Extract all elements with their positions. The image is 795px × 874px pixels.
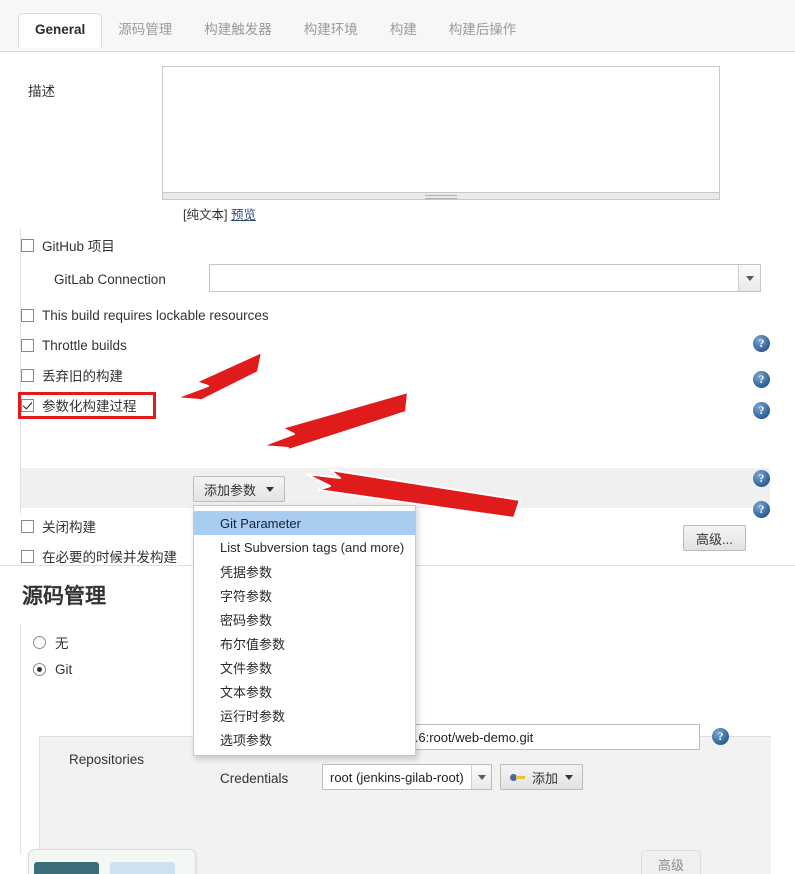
credentials-add-button[interactable]: 添加 bbox=[500, 764, 584, 790]
plain-text-label: [纯文本] bbox=[183, 208, 228, 222]
advanced-button-scm[interactable]: 高级 bbox=[641, 850, 701, 874]
scm-section-title: 源码管理 bbox=[22, 585, 106, 608]
checkbox-discard-old-builds[interactable] bbox=[21, 368, 34, 382]
menu-item-text-parameter[interactable]: 文本参数 bbox=[194, 679, 415, 703]
checkbox-concurrent-builds[interactable] bbox=[21, 549, 34, 563]
help-icon-disable-build[interactable]: ? bbox=[753, 470, 770, 487]
tab-build-environment[interactable]: 构建环境 bbox=[288, 14, 374, 47]
help-icon-parameterized-build[interactable]: ? bbox=[753, 402, 770, 419]
description-format-links: [纯文本] 预览 bbox=[183, 204, 256, 223]
gitlab-connection-label: GitLab Connection bbox=[54, 272, 166, 287]
credentials-label: Credentials bbox=[220, 771, 289, 786]
checkbox-row-lockable-resources[interactable]: This build requires lockable resources bbox=[21, 304, 269, 326]
help-icon-concurrent-builds[interactable]: ? bbox=[753, 501, 770, 518]
checkbox-row-disable-build[interactable]: 关闭构建 bbox=[21, 515, 96, 537]
add-parameter-label: 添加参数 bbox=[204, 482, 257, 498]
jenkins-job-configure-page: General 源码管理 构建触发器 构建环境 构建 构建后操作 描述 [纯文本… bbox=[0, 0, 795, 874]
radio-label-none: 无 bbox=[55, 636, 69, 651]
radio-row-git[interactable]: Git bbox=[33, 662, 72, 677]
caret-down-icon bbox=[565, 774, 574, 780]
checkbox-label-throttle-builds: Throttle builds bbox=[42, 337, 127, 353]
checkbox-row-throttle-builds[interactable]: Throttle builds bbox=[21, 334, 127, 356]
checkbox-label-github-project: GitHub 项目 bbox=[42, 239, 115, 254]
menu-item-boolean-parameter[interactable]: 布尔值参数 bbox=[194, 631, 415, 655]
chevron-down-icon[interactable] bbox=[471, 765, 491, 789]
checkbox-row-concurrent-builds[interactable]: 在必要的时候并发构建 bbox=[21, 545, 177, 567]
checkbox-row-github-project[interactable]: GitHub 项目 bbox=[21, 234, 115, 256]
menu-item-choice-parameter[interactable]: 选项参数 bbox=[194, 727, 415, 751]
checkbox-disable-build[interactable] bbox=[21, 519, 34, 533]
config-form: 描述 [纯文本] 预览 GitHub 项目 GitLab Connection … bbox=[0, 52, 795, 874]
menu-item-credentials-parameter[interactable]: 凭据参数 bbox=[194, 559, 415, 583]
checkbox-row-discard-old-builds[interactable]: 丢弃旧的构建 bbox=[21, 364, 123, 386]
caret-down-icon bbox=[266, 486, 275, 492]
checkbox-label-lockable-resources: This build requires lockable resources bbox=[42, 307, 269, 323]
help-icon-discard-old-builds[interactable]: ? bbox=[753, 371, 770, 388]
radio-row-none[interactable]: 无 bbox=[33, 632, 69, 652]
credentials-select[interactable]: root (jenkins-gilab-root) bbox=[322, 764, 492, 790]
tab-build-triggers[interactable]: 构建触发器 bbox=[188, 14, 288, 47]
credentials-selected-value: root (jenkins-gilab-root) bbox=[330, 769, 464, 785]
apply-button[interactable]: 应用 bbox=[110, 862, 175, 874]
key-icon bbox=[510, 772, 525, 782]
save-button[interactable]: 保存 bbox=[34, 862, 99, 874]
menu-item-run-parameter[interactable]: 运行时参数 bbox=[194, 703, 415, 727]
tab-build[interactable]: 构建 bbox=[374, 14, 433, 47]
radio-scm-git[interactable] bbox=[33, 663, 46, 676]
description-resize-handle[interactable] bbox=[162, 193, 720, 200]
repositories-label: Repositories bbox=[69, 752, 145, 767]
menu-item-string-parameter[interactable]: 字符参数 bbox=[194, 583, 415, 607]
tab-general[interactable]: General bbox=[18, 13, 103, 48]
checkbox-label-discard-old-builds: 丢弃旧的构建 bbox=[42, 369, 123, 384]
menu-item-list-subversion-tags[interactable]: List Subversion tags (and more) bbox=[194, 535, 415, 559]
gitlab-connection-select[interactable] bbox=[209, 264, 761, 292]
menu-item-git-parameter[interactable]: Git Parameter bbox=[194, 511, 415, 535]
help-icon-throttle-builds[interactable]: ? bbox=[753, 335, 770, 352]
description-label: 描述 bbox=[28, 84, 55, 99]
tab-scm[interactable]: 源码管理 bbox=[102, 14, 188, 47]
checkbox-label-disable-build: 关闭构建 bbox=[42, 520, 96, 535]
preview-link[interactable]: 预览 bbox=[231, 208, 256, 222]
checkbox-github-project[interactable] bbox=[21, 238, 34, 252]
config-tab-bar: General 源码管理 构建触发器 构建环境 构建 构建后操作 bbox=[0, 0, 795, 52]
menu-item-file-parameter[interactable]: 文件参数 bbox=[194, 655, 415, 679]
tab-post-build-actions[interactable]: 构建后操作 bbox=[433, 14, 533, 47]
advanced-button-general[interactable]: 高级... bbox=[683, 525, 746, 551]
checkbox-label-concurrent-builds: 在必要的时候并发构建 bbox=[42, 550, 177, 565]
checkbox-throttle-builds[interactable] bbox=[21, 338, 34, 352]
radio-label-git: Git bbox=[55, 662, 73, 677]
credentials-add-label: 添加 bbox=[532, 770, 559, 786]
description-textarea[interactable] bbox=[162, 66, 720, 193]
chevron-down-icon[interactable] bbox=[738, 265, 760, 291]
annotation-red-box-parameterized-build bbox=[18, 392, 156, 419]
parameterized-build-strip bbox=[20, 468, 770, 508]
menu-item-password-parameter[interactable]: 密码参数 bbox=[194, 607, 415, 631]
radio-scm-none[interactable] bbox=[33, 635, 46, 649]
add-parameter-button[interactable]: 添加参数 bbox=[193, 476, 286, 502]
checkbox-lockable-resources[interactable] bbox=[21, 308, 34, 322]
add-parameter-dropdown-menu[interactable]: Git Parameter List Subversion tags (and … bbox=[193, 505, 416, 756]
help-icon-repository-url[interactable]: ? bbox=[712, 728, 729, 745]
